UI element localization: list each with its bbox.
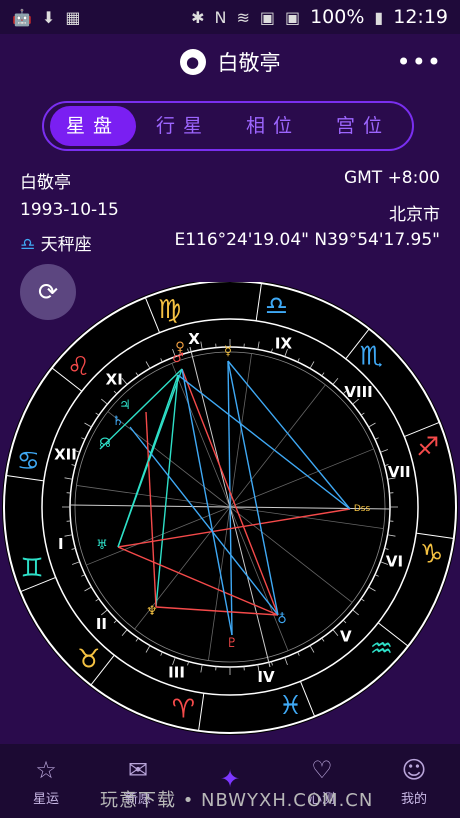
- nfc-icon: N: [214, 7, 227, 27]
- descendant-label: Dss: [354, 504, 371, 514]
- house-number: IV: [257, 668, 275, 686]
- download-icon: ⬇: [41, 7, 56, 27]
- tab-chart[interactable]: 星盘: [50, 106, 136, 146]
- sim1-icon: ▣: [259, 7, 275, 27]
- zodiac-sign: ♐: [416, 432, 439, 462]
- house-number: V: [340, 628, 352, 646]
- user-icon: ☺: [401, 755, 427, 784]
- sun-sign: ♎ 天秤座: [20, 235, 92, 255]
- zodiac-sign: ♉: [77, 644, 100, 674]
- tab-aspects[interactable]: 相位: [230, 106, 316, 146]
- planet-glyph: ♀: [175, 340, 185, 355]
- sim2-icon: ▣: [284, 7, 301, 27]
- person-name: 白敬亭: [20, 173, 71, 193]
- libra-icon: ♎: [20, 235, 36, 255]
- info-row-1: 白敬亭 GMT +8:00: [20, 168, 440, 193]
- planet-glyph: ☿: [224, 344, 232, 359]
- android-icon: 🤖: [12, 7, 32, 27]
- tab-houses[interactable]: 宫位: [320, 106, 406, 146]
- planet-glyph: ♁: [277, 612, 287, 627]
- switch-icon: ⟳: [37, 278, 59, 306]
- planet-glyph: ♆: [146, 604, 158, 619]
- house-number: II: [96, 615, 107, 633]
- zodiac-sign: ♊: [20, 554, 43, 584]
- house-number: VIII: [344, 383, 372, 401]
- bluetooth-icon: ✱: [191, 7, 205, 27]
- star-badge-icon: ☆: [35, 755, 57, 784]
- planet-glyph: ☊: [99, 436, 111, 451]
- watermark: 玩意下载 • NBWYXH.COM.CN: [100, 790, 374, 811]
- house-number: III: [168, 664, 185, 682]
- birth-date: 1993-10-15: [20, 200, 119, 220]
- zodiac-sign: ♋: [17, 446, 40, 476]
- page-title: 白敬亭: [217, 51, 281, 75]
- status-bar: 🤖 ⬇ ▦ ✱ N ≋ ▣ ▣ 100% ▮ 12:19: [0, 0, 460, 34]
- battery-icon: ▮: [374, 7, 384, 27]
- nav-profile[interactable]: ☺ 我的: [374, 756, 454, 807]
- house-number: VII: [388, 463, 411, 481]
- house-number: IX: [275, 334, 293, 352]
- heartbeat-icon: ♡: [311, 755, 333, 784]
- battery-percent: 100%: [310, 6, 365, 28]
- info-row-3: ♎ 天秤座 E116°24'19.04" N39°54'17.95": [20, 230, 440, 255]
- house-number: VI: [386, 552, 403, 570]
- zodiac-sign: ♌: [67, 352, 90, 382]
- header: ● 白敬亭 •••: [0, 40, 460, 84]
- card-icon: ✉: [127, 755, 149, 784]
- info-row-2: 1993-10-15 北京市: [20, 200, 440, 225]
- tab-planets[interactable]: 行星: [140, 106, 226, 146]
- city: 北京市: [389, 205, 440, 225]
- zodiac-sign: ♓: [279, 691, 302, 721]
- switch-chart-button[interactable]: ⟳: [20, 264, 76, 320]
- planet-glyph: ♄: [112, 414, 124, 429]
- nav-fortune[interactable]: ☆ 星运: [6, 756, 86, 807]
- more-button[interactable]: •••: [397, 40, 442, 84]
- tab-bar: 星盘 行星 相位 宫位: [42, 101, 414, 151]
- zodiac-sign: ♈: [172, 695, 195, 725]
- planet-glyph: ♅: [96, 538, 108, 553]
- zodiac-sign: ♑: [420, 540, 443, 570]
- timezone: GMT +8:00: [343, 168, 440, 188]
- wifi-icon: ≋: [236, 7, 250, 27]
- house-number: X: [188, 330, 200, 348]
- planet-glyph: ♇: [226, 636, 238, 651]
- zodiac-sign: ♎: [265, 291, 288, 321]
- calendar-icon: ▦: [65, 7, 81, 27]
- zodiac-sign: ♏: [360, 342, 383, 372]
- natal-chart[interactable]: ♎♍♌♋♊♉♈ ♓♒♑♐♏IXVIIIVIIVIVIVIIIIIIXIIXIX☿♂…: [0, 282, 460, 742]
- house-number: XII: [54, 446, 77, 464]
- zodiac-sign: ♒: [370, 634, 393, 664]
- planet-glyph: ♃: [119, 398, 131, 413]
- house-number: I: [58, 535, 64, 553]
- avatar[interactable]: ●: [179, 49, 206, 75]
- house-number: XI: [106, 370, 123, 388]
- coordinates: E116°24'19.04" N39°54'17.95": [174, 230, 440, 250]
- clock: 12:19: [393, 6, 448, 28]
- zodiac-sign: ♍: [158, 295, 181, 325]
